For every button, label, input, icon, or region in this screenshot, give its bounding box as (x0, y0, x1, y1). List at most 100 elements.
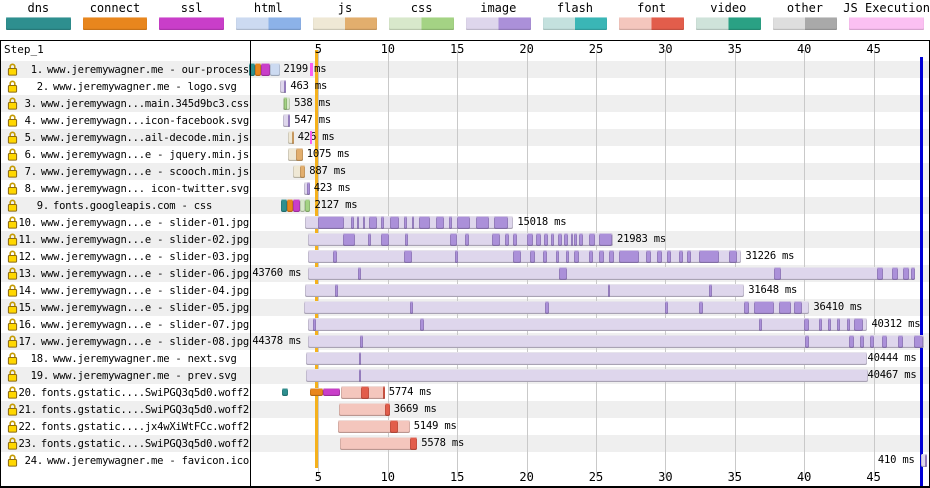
waterfall-bar-segment-ssl[interactable] (261, 63, 269, 76)
waterfall-bar-segment-img_d[interactable] (608, 284, 611, 297)
request-row[interactable]: 15.www.jeremywagn...e - slider-05.jpg (1, 299, 249, 316)
waterfall-bar-segment-img_d[interactable] (360, 335, 363, 348)
waterfall-bar-segment-img_d[interactable] (679, 250, 683, 263)
waterfall-bar-segment-img_d[interactable] (530, 250, 535, 263)
waterfall-bar-segment-img_d[interactable] (925, 454, 927, 467)
waterfall-bar-segment-img_d[interactable] (536, 233, 541, 246)
waterfall-bar-segment-img_d[interactable] (599, 233, 611, 246)
waterfall-bar-segment-img_d[interactable] (357, 216, 359, 229)
waterfall-bar-segment-img_d[interactable] (805, 335, 809, 348)
request-row[interactable]: 12.www.jeremywagn...e - slider-03.jpg (1, 248, 249, 265)
waterfall-bar-segment-img_d[interactable] (699, 301, 703, 314)
waterfall-bar-segment-img_d[interactable] (494, 216, 508, 229)
waterfall-bar-segment-img_l[interactable] (304, 301, 809, 314)
request-url-link[interactable]: www.jeremywagn...icon-facebook.svg (41, 115, 249, 127)
waterfall-bar-segment-html_l[interactable] (270, 63, 280, 76)
waterfall-bar-segment-img_d[interactable] (911, 267, 915, 280)
waterfall-bar-segment-img_d[interactable] (359, 369, 361, 382)
request-url-link[interactable]: fonts.gstatic....SwiPGQ3q5d0.woff2 (41, 404, 249, 416)
waterfall-bar-segment-img_d[interactable] (543, 250, 547, 263)
request-row[interactable]: 20.fonts.gstatic....SwiPGQ3q5d0.woff2 (1, 384, 249, 401)
waterfall-bar-segment-img_d[interactable] (729, 250, 737, 263)
waterfall-bar-segment-img_d[interactable] (358, 267, 361, 280)
waterfall-bar-segment-font_d[interactable] (361, 386, 369, 399)
request-url-link[interactable]: www.jeremywagn...e - slider-08.jpg (41, 336, 249, 348)
request-url-link[interactable]: fonts.gstatic....jx4wXiWtFCc.woff2 (41, 421, 249, 433)
waterfall-bar-segment-img_d[interactable] (513, 233, 517, 246)
waterfall-bar-segment-img_d[interactable] (436, 216, 444, 229)
waterfall-bar-segment-font_d[interactable] (410, 437, 417, 450)
waterfall-bar-segment-img_d[interactable] (779, 301, 791, 314)
request-url-link[interactable]: www.jeremywagn...e - jquery.min.js (41, 149, 249, 161)
request-url-link[interactable]: www.jeremywagn...e - slider-01.jpg (41, 217, 249, 229)
waterfall-bar-segment-img_d[interactable] (849, 335, 854, 348)
request-row[interactable]: 21.fonts.gstatic....SwiPGQ3q5d0.woff2 (1, 401, 249, 418)
waterfall-bar-segment-font_l[interactable] (340, 437, 417, 450)
request-url-link[interactable]: fonts.gstatic....SwiPGQ3q5d0.woff2 (41, 438, 249, 450)
waterfall-bar-segment-img_d[interactable] (450, 233, 457, 246)
waterfall-bar-segment-img_d[interactable] (877, 267, 883, 280)
request-url-link[interactable]: www.jeremywagn...e - slider-02.jpg (41, 234, 249, 246)
waterfall-bar-segment-img_d[interactable] (828, 318, 831, 331)
waterfall-bar-segment-img_d[interactable] (903, 267, 909, 280)
waterfall-bar-segment-img_d[interactable] (476, 216, 489, 229)
waterfall-bar-segment-img_d[interactable] (657, 250, 662, 263)
waterfall-bar-segment-img_d[interactable] (574, 250, 579, 263)
waterfall-bar-segment-img_d[interactable] (545, 301, 549, 314)
waterfall-bar-segment-img_l[interactable] (306, 369, 868, 382)
request-row[interactable]: 1.www.jeremywagner.me - our-process (1, 61, 249, 78)
waterfall-bar-segment-img_d[interactable] (804, 318, 809, 331)
request-url-link[interactable]: fonts.googleapis.com - css (53, 200, 212, 212)
waterfall-bar-segment-img_d[interactable] (343, 233, 355, 246)
request-url-link[interactable]: www.jeremywagn...main.345d9bc3.css (41, 98, 249, 110)
waterfall-bar-segment-img_d[interactable] (368, 233, 371, 246)
request-url-link[interactable]: www.jeremywagn... icon-twitter.svg (41, 183, 249, 195)
waterfall-bar-segment-img_d[interactable] (882, 335, 887, 348)
waterfall-bar-segment-js_d[interactable] (296, 148, 303, 161)
waterfall-bar-segment-font_d[interactable] (390, 420, 398, 433)
waterfall-bar-segment-img_d[interactable] (405, 233, 408, 246)
waterfall-bar-segment-img_d[interactable] (665, 301, 668, 314)
waterfall-bar-segment-img_d[interactable] (513, 250, 521, 263)
waterfall-bar-segment-js_d[interactable] (292, 131, 294, 144)
waterfall-bar-segment-img_d[interactable] (313, 318, 316, 331)
waterfall-bar-segment-img_d[interactable] (759, 318, 762, 331)
request-row[interactable]: 6.www.jeremywagn...e - jquery.min.js (1, 146, 249, 163)
waterfall-bar-segment-img_d[interactable] (819, 318, 822, 331)
waterfall-bar-segment-img_d[interactable] (381, 216, 384, 229)
request-url-link[interactable]: www.jeremywagn...e - slider-06.jpg (41, 268, 249, 280)
request-url-link[interactable]: www.jeremywagn...e - slider-05.jpg (41, 302, 249, 314)
request-url-link[interactable]: www.jeremywagn...e - slider-04.jpg (41, 285, 249, 297)
waterfall-bar-segment-img_d[interactable] (351, 216, 354, 229)
waterfall-bar-segment-img_l[interactable] (308, 335, 924, 348)
waterfall-bar-segment-img_d[interactable] (667, 250, 671, 263)
waterfall-bar-segment-img_d[interactable] (699, 250, 719, 263)
waterfall-bar-segment-font_d[interactable] (385, 403, 390, 416)
waterfall-bar-segment-img_d[interactable] (687, 250, 691, 263)
waterfall-bar-segment-img_d[interactable] (847, 318, 850, 331)
waterfall-bar-segment-img_d[interactable] (559, 267, 566, 280)
waterfall-bar-segment-css_d[interactable] (305, 199, 311, 212)
request-row[interactable]: 23.fonts.gstatic....SwiPGQ3q5d0.woff2 (1, 435, 249, 452)
waterfall-bar-segment-img_d[interactable] (551, 233, 555, 246)
waterfall-bar-segment-img_d[interactable] (465, 233, 469, 246)
waterfall-bar-segment-img_d[interactable] (404, 250, 412, 263)
waterfall-bar-segment-img_d[interactable] (449, 216, 452, 229)
waterfall-bar-segment-img_d[interactable] (527, 233, 533, 246)
waterfall-bar-segment-img_d[interactable] (837, 318, 840, 331)
js-execution-tick[interactable] (310, 63, 312, 76)
waterfall-bar-segment-img_d[interactable] (381, 233, 389, 246)
waterfall-bar-segment-img_d[interactable] (892, 267, 898, 280)
waterfall-bar-segment-img_d[interactable] (571, 233, 573, 246)
waterfall-bar-segment-img_d[interactable] (404, 216, 407, 229)
waterfall-bar-segment-img_d[interactable] (369, 216, 377, 229)
request-row[interactable]: 3.www.jeremywagn...main.345d9bc3.css (1, 95, 249, 112)
request-url-link[interactable]: www.jeremywagn...ail-decode.min.js (41, 132, 249, 144)
request-url-link[interactable]: www.jeremywagner.me - favicon.ico (47, 455, 249, 467)
request-url-link[interactable]: www.jeremywagn...e - slider-07.jpg (41, 319, 249, 331)
waterfall-bar-segment-dns[interactable] (281, 199, 287, 212)
waterfall-bar-segment-img_d[interactable] (564, 233, 567, 246)
waterfall-bar-segment-img_d[interactable] (359, 352, 361, 365)
waterfall-bar-segment-img_d[interactable] (412, 216, 414, 229)
waterfall-bar-segment-connect[interactable] (310, 388, 323, 396)
